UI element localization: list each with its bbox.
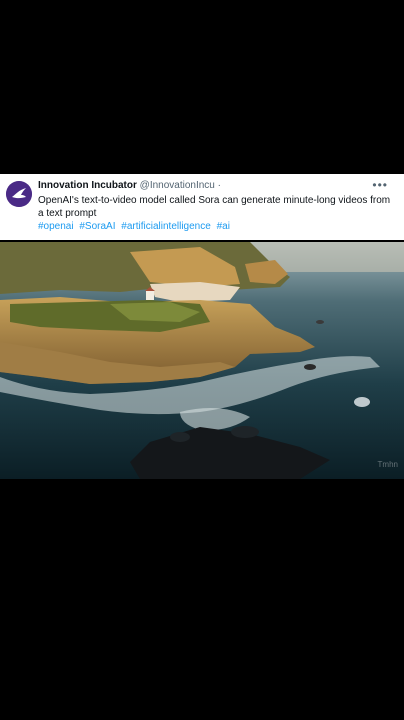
bird-logo-icon — [6, 181, 32, 207]
author-name[interactable]: Innovation Incubator — [38, 180, 137, 191]
video-watermark: Tmhn — [377, 460, 398, 469]
hashtag-link[interactable]: #openai — [38, 221, 74, 232]
tweet-card: Innovation Incubator @InnovationIncu · •… — [0, 174, 404, 240]
more-options-icon[interactable]: ••• — [372, 178, 388, 192]
author-handle[interactable]: @InnovationIncu · — [140, 180, 221, 191]
tweet-header: Innovation Incubator @InnovationIncu · — [38, 180, 221, 192]
avatar[interactable] — [6, 181, 32, 207]
coastline-scene — [0, 242, 404, 479]
hashtag-list: #openai #SoraAI #artificialintelligence … — [38, 221, 233, 233]
tweet-text: OpenAI's text-to-video model called Sora… — [38, 195, 391, 219]
hashtag-link[interactable]: #artificialintelligence — [121, 221, 211, 232]
video-frame[interactable]: Tmhn — [0, 242, 404, 479]
hashtag-link[interactable]: #SoraAI — [79, 221, 115, 232]
hashtag-link[interactable]: #ai — [217, 221, 230, 232]
